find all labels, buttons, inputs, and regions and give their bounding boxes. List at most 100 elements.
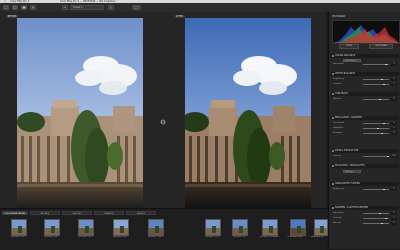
slider-track[interactable] [363, 128, 389, 129]
thumbnail-image [114, 220, 128, 235]
tab-presets[interactable]: PRESETS [94, 211, 124, 215]
slider-track[interactable] [363, 133, 389, 134]
export-button[interactable] [132, 5, 141, 10]
slider-knob[interactable] [383, 83, 385, 86]
slider-knob[interactable] [381, 222, 383, 225]
thumbnail-image [206, 220, 220, 235]
slider-track[interactable] [363, 84, 389, 85]
slider-value[interactable]: 0 [391, 83, 397, 86]
thumbnail-caption: Cyn Ivelo** 100 [44, 236, 58, 238]
side-by-side-button[interactable] [21, 5, 27, 10]
slider-row[interactable]: Shadows 0 [333, 132, 397, 135]
slider-track[interactable] [363, 79, 389, 80]
preset-select[interactable]: Cool Preset ▾ [343, 59, 361, 62]
filter-thumbnail[interactable] [44, 219, 60, 236]
thumbnail-image [291, 220, 305, 235]
slider-value[interactable]: 0 [391, 212, 397, 215]
thumbnail-caption: Cyn Ivelo** 100 [11, 236, 25, 238]
filter-thumbnail[interactable] [113, 219, 129, 236]
slider-value[interactable]: 0 [391, 188, 397, 191]
section-detail-extractor[interactable]: DETAIL EXTRACTOR [331, 149, 399, 153]
split-view-button[interactable] [12, 5, 18, 10]
histogram-title: HISTOGRAM [332, 15, 346, 18]
slider-track[interactable] [363, 223, 389, 224]
filter-thumbnail[interactable] [205, 219, 221, 236]
slider-row[interactable]: Saturation 0 [333, 63, 397, 66]
slider-knob[interactable] [381, 78, 383, 81]
arrow-down-icon [64, 6, 66, 9]
slider-value[interactable]: 0 [391, 63, 397, 66]
section-white-balance[interactable]: WHITE BALANCE [331, 72, 399, 76]
section-shadows-highlights[interactable]: SHADOWS / HIGHLIGHTS [331, 164, 399, 168]
slider-value[interactable]: 0 [391, 132, 397, 135]
tab-loupe[interactable]: LOUPE [339, 44, 359, 49]
slider-knob[interactable] [383, 188, 385, 191]
background-button[interactable] [30, 5, 36, 10]
slider-knob[interactable] [385, 217, 387, 220]
slider-value[interactable]: 0 [391, 222, 397, 225]
slider-knob[interactable] [387, 155, 389, 158]
slider-row[interactable]: Brightness 0 [333, 78, 397, 81]
slider-row[interactable]: Contrast 0 [333, 217, 397, 220]
slider-track[interactable] [363, 156, 389, 157]
slider-knob[interactable] [377, 127, 379, 130]
filter-thumbnail[interactable] [290, 219, 306, 236]
slider-label: Contrast [333, 83, 342, 85]
slider-row[interactable]: Brightness 0 [333, 188, 397, 191]
slider-value[interactable]: 100 [391, 155, 397, 158]
slider-label: Perceptual [333, 122, 344, 124]
zoom-in-button[interactable] [108, 5, 114, 10]
slider-value[interactable]: 0 [391, 78, 397, 81]
tab-color-efex-filters[interactable]: COLOR EFEX FILTERS [2, 211, 28, 215]
thumbnail-caption: Cyn Ivelo** 50 [232, 236, 246, 238]
slider-value[interactable]: 0 [391, 98, 397, 101]
filter-thumbnail[interactable] [314, 219, 328, 236]
slider-value[interactable]: 0 [391, 127, 397, 130]
tab-resets[interactable]: RESETS [126, 211, 156, 215]
slider-value[interactable]: 0 [391, 122, 397, 125]
filter-thumbnail[interactable] [11, 219, 27, 236]
section-color-balance[interactable]: COLOR BALANCE [331, 54, 399, 58]
filter-thumbnail[interactable] [232, 219, 248, 236]
compare-handle-icon[interactable] [160, 119, 166, 125]
slider-track[interactable] [363, 99, 389, 100]
tab-recipes[interactable]: RECIPES [30, 211, 60, 215]
slider-row[interactable]: Saturation 0 [333, 212, 397, 215]
slider-track[interactable] [363, 123, 389, 124]
slider-track[interactable] [363, 189, 389, 190]
slider-row[interactable]: Warmth 0 [333, 222, 397, 225]
slider-knob[interactable] [379, 98, 381, 101]
slider-knob[interactable] [379, 212, 381, 215]
slider-value[interactable]: 0 [391, 217, 397, 220]
section-graduated-filters[interactable]: GRADUATED FILTERS [331, 182, 399, 186]
slider-row[interactable]: Opacity 100 [333, 155, 397, 158]
slider-row[interactable]: Warmth 0 [333, 98, 397, 101]
section-brilliance-warmth[interactable]: BRILLIANCE / WARMTH [331, 116, 399, 120]
slider-track[interactable] [363, 213, 389, 214]
tab-histogram[interactable]: HISTOGRAM [369, 44, 393, 49]
side-by-side-icon [22, 6, 26, 9]
slider-knob[interactable] [381, 132, 383, 135]
filter-thumbnail[interactable] [262, 219, 278, 236]
opacity-select[interactable]: Opacity ▾ [343, 170, 361, 173]
section-contrast[interactable]: CONTRAST [331, 92, 399, 96]
preset-dropdown[interactable]: Preset ▾ [70, 5, 104, 10]
slider-label: Opacity [333, 155, 341, 157]
filter-thumbnail[interactable] [148, 219, 164, 236]
thumbnail-image [12, 220, 26, 235]
slider-row[interactable]: Perceptual 0 [333, 122, 397, 125]
zoom-menu-button[interactable] [62, 5, 68, 10]
before-image[interactable] [17, 18, 143, 208]
slider-row[interactable]: Highlights 0 [333, 127, 397, 130]
slider-knob[interactable] [385, 63, 387, 66]
thumbnail-caption: Detail Ratio Vivid*** [287, 236, 305, 238]
slider-label: Saturation [333, 212, 344, 214]
single-view-button[interactable] [3, 5, 9, 10]
tab-history[interactable]: HISTORY [62, 211, 92, 215]
thumbnail-image [79, 220, 93, 235]
filter-thumbnail[interactable] [78, 219, 94, 236]
slider-row[interactable]: Contrast 0 [333, 83, 397, 86]
slider-knob[interactable] [383, 122, 385, 125]
section-darken-lighten-center[interactable]: DARKEN / LIGHTEN CENTER [331, 206, 399, 210]
after-image[interactable] [185, 18, 311, 208]
